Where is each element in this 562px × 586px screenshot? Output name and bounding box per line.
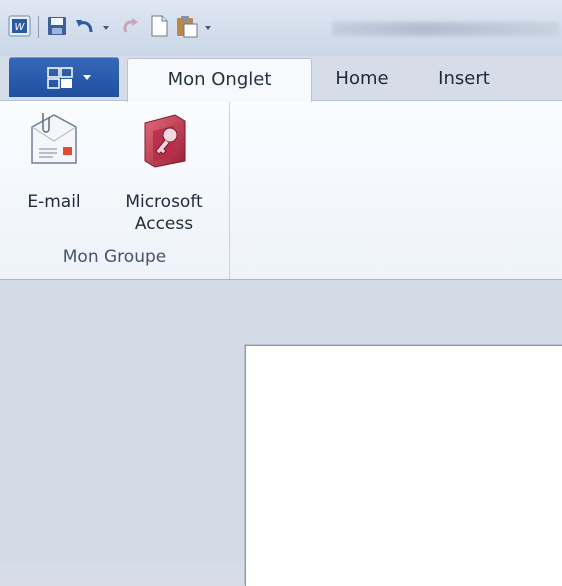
document-page[interactable] [245, 345, 562, 586]
email-button-label: E-mail [27, 192, 81, 212]
access-button-label-line1: Microsoft [125, 192, 203, 212]
redo-icon[interactable] [119, 14, 143, 40]
paste-icon[interactable] [175, 14, 199, 40]
save-icon[interactable] [45, 14, 69, 40]
tab-mon-onglet[interactable]: Mon Onglet [127, 58, 312, 102]
chevron-down-icon [83, 75, 91, 80]
quick-access-toolbar: W [8, 14, 221, 40]
file-menu-button[interactable] [9, 57, 119, 97]
ribbon-file-menu-icon [47, 67, 73, 89]
qat-separator [38, 16, 39, 38]
new-document-icon[interactable] [147, 14, 171, 40]
window-title-blurred [332, 22, 560, 36]
microsoft-access-button[interactable]: Microsoft Access [108, 109, 220, 235]
group-label-mon-groupe: Mon Groupe [62, 247, 167, 267]
microsoft-access-icon [139, 109, 189, 171]
ribbon-group-mon-groupe: E-mail Microsoft Access Mon Groupe [0, 101, 230, 279]
email-icon [29, 109, 79, 171]
access-button-label-line2: Access [134, 214, 194, 234]
tab-insert[interactable]: Insert [414, 60, 514, 97]
ribbon-panel: E-mail Microsoft Access Mon Groupe [0, 100, 562, 280]
customize-dropdown-icon[interactable] [203, 14, 213, 40]
email-button[interactable]: E-mail [8, 109, 100, 213]
undo-icon[interactable] [73, 14, 97, 40]
document-workspace [0, 280, 562, 586]
tab-home[interactable]: Home [318, 60, 406, 97]
svg-text:W: W [15, 22, 26, 33]
title-bar: W [0, 0, 562, 56]
word-app-icon[interactable]: W [8, 14, 32, 40]
undo-dropdown-icon[interactable] [101, 14, 111, 40]
